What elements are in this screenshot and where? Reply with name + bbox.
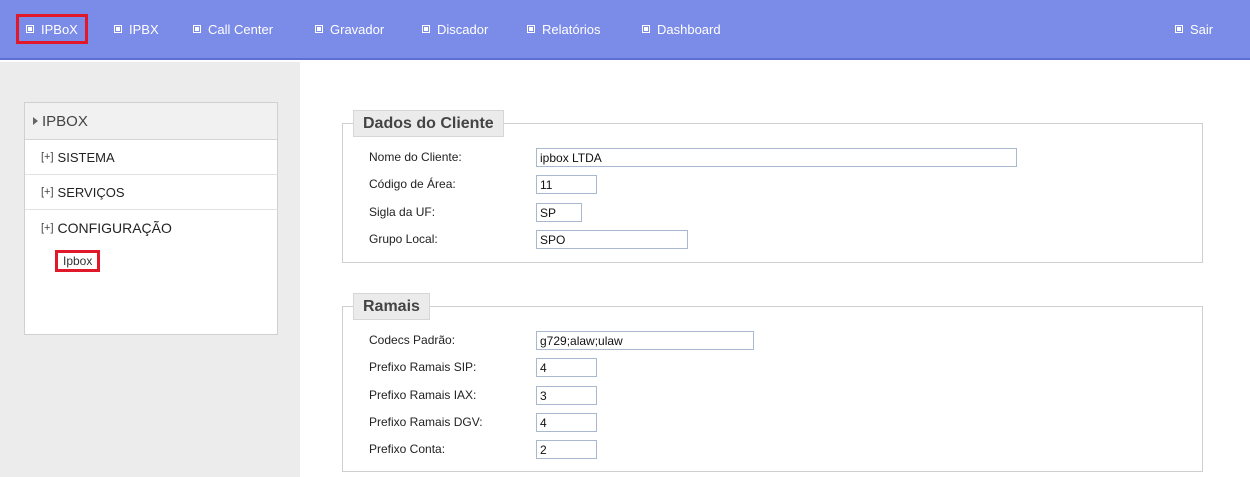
- logout-label: Sair: [1190, 21, 1214, 37]
- sip-prefix-label: Prefixo Ramais SIP:: [369, 360, 477, 374]
- dgv-prefix-label: Prefixo Ramais DGV:: [369, 415, 483, 429]
- nav-item-gravador[interactable]: Gravador: [315, 0, 384, 58]
- nav-item-ipbx[interactable]: IPBX: [114, 0, 159, 58]
- client-name-input[interactable]: [536, 148, 1017, 167]
- sip-prefix-row: Prefixo Ramais SIP:: [343, 358, 1202, 378]
- client-name-label: Nome do Cliente:: [369, 150, 462, 164]
- extensions-legend: Ramais: [353, 293, 430, 320]
- local-group-row: Grupo Local:: [343, 230, 1202, 250]
- account-prefix-input[interactable]: [536, 440, 597, 459]
- nav-item-dashboard[interactable]: Dashboard: [642, 0, 721, 58]
- extensions-fieldset: Ramais Codecs Padrão: Prefixo Ramais SIP…: [342, 293, 1203, 472]
- sidebar-subitem-ipbox[interactable]: Ipbox: [55, 250, 101, 272]
- sidebar-item-label: SERVIÇOS: [57, 184, 125, 200]
- nav-label: Dashboard: [657, 21, 721, 37]
- nav-label: IPBX: [129, 21, 159, 37]
- nav-item-ipbox[interactable]: IPBoX: [26, 0, 78, 58]
- bullet-icon: [527, 25, 535, 33]
- caret-right-icon: [33, 117, 38, 125]
- sidebar-title: IPBOX: [42, 112, 88, 130]
- nav-item-call-center[interactable]: Call Center: [193, 0, 273, 58]
- dgv-prefix-row: Prefixo Ramais DGV:: [343, 413, 1202, 433]
- local-group-label: Grupo Local:: [369, 232, 438, 246]
- sidebar-menu: IPBOX [+] SISTEMA [+] SERVIÇOS [+] CONFI…: [24, 102, 278, 335]
- bullet-icon: [193, 25, 201, 33]
- dgv-prefix-input[interactable]: [536, 413, 597, 432]
- client-data-fieldset: Dados do Cliente Nome do Cliente: Código…: [342, 110, 1203, 263]
- nav-label: IPBoX: [41, 21, 78, 37]
- sidebar-menu-header[interactable]: IPBOX: [25, 103, 277, 140]
- iax-prefix-row: Prefixo Ramais IAX:: [343, 386, 1202, 406]
- bullet-icon: [26, 25, 34, 33]
- area-code-label: Código de Área:: [369, 177, 456, 191]
- expand-icon: [+]: [41, 186, 54, 198]
- local-group-input[interactable]: [536, 230, 688, 249]
- uf-label: Sigla da UF:: [369, 205, 436, 219]
- uf-row: Sigla da UF:: [343, 203, 1202, 223]
- account-prefix-row: Prefixo Conta:: [343, 440, 1202, 460]
- codecs-input[interactable]: [536, 331, 754, 350]
- bullet-icon: [114, 25, 122, 33]
- codecs-row: Codecs Padrão:: [343, 331, 1202, 351]
- nav-label: Gravador: [330, 21, 385, 37]
- expand-icon: [+]: [41, 222, 54, 234]
- area-code-row: Código de Área:: [343, 175, 1202, 195]
- expand-icon: [+]: [41, 151, 54, 163]
- sidebar-item-label: CONFIGURAÇÃO: [57, 220, 172, 236]
- nav-item-relatorios[interactable]: Relatórios: [527, 0, 601, 58]
- codecs-label: Codecs Padrão:: [369, 333, 456, 347]
- sip-prefix-input[interactable]: [536, 358, 597, 377]
- area-code-input[interactable]: [536, 175, 597, 194]
- nav-label: Discador: [437, 21, 489, 37]
- bullet-icon: [1175, 25, 1183, 33]
- iax-prefix-label: Prefixo Ramais IAX:: [369, 388, 477, 402]
- nav-label: Call Center: [208, 21, 274, 37]
- client-name-row: Nome do Cliente:: [343, 148, 1202, 168]
- uf-input[interactable]: [536, 203, 582, 222]
- logout-link[interactable]: Sair: [1175, 0, 1213, 58]
- iax-prefix-input[interactable]: [536, 386, 597, 405]
- nav-item-discador[interactable]: Discador: [422, 0, 488, 58]
- bullet-icon: [422, 25, 430, 33]
- sidebar-item-configuracao[interactable]: [+] CONFIGURAÇÃO: [25, 210, 277, 246]
- bullet-icon: [642, 25, 650, 33]
- sidebar: IPBOX [+] SISTEMA [+] SERVIÇOS [+] CONFI…: [0, 62, 300, 477]
- account-prefix-label: Prefixo Conta:: [369, 442, 446, 456]
- client-data-legend: Dados do Cliente: [353, 110, 504, 137]
- sidebar-item-sistema[interactable]: [+] SISTEMA: [25, 140, 277, 175]
- nav-label: Relatórios: [542, 21, 601, 37]
- top-navigation-bar: IPBoX IPBX Call Center Gravador Discador…: [0, 0, 1250, 60]
- bullet-icon: [315, 25, 323, 33]
- sidebar-item-label: SISTEMA: [57, 149, 115, 165]
- sidebar-item-servicos[interactable]: [+] SERVIÇOS: [25, 175, 277, 210]
